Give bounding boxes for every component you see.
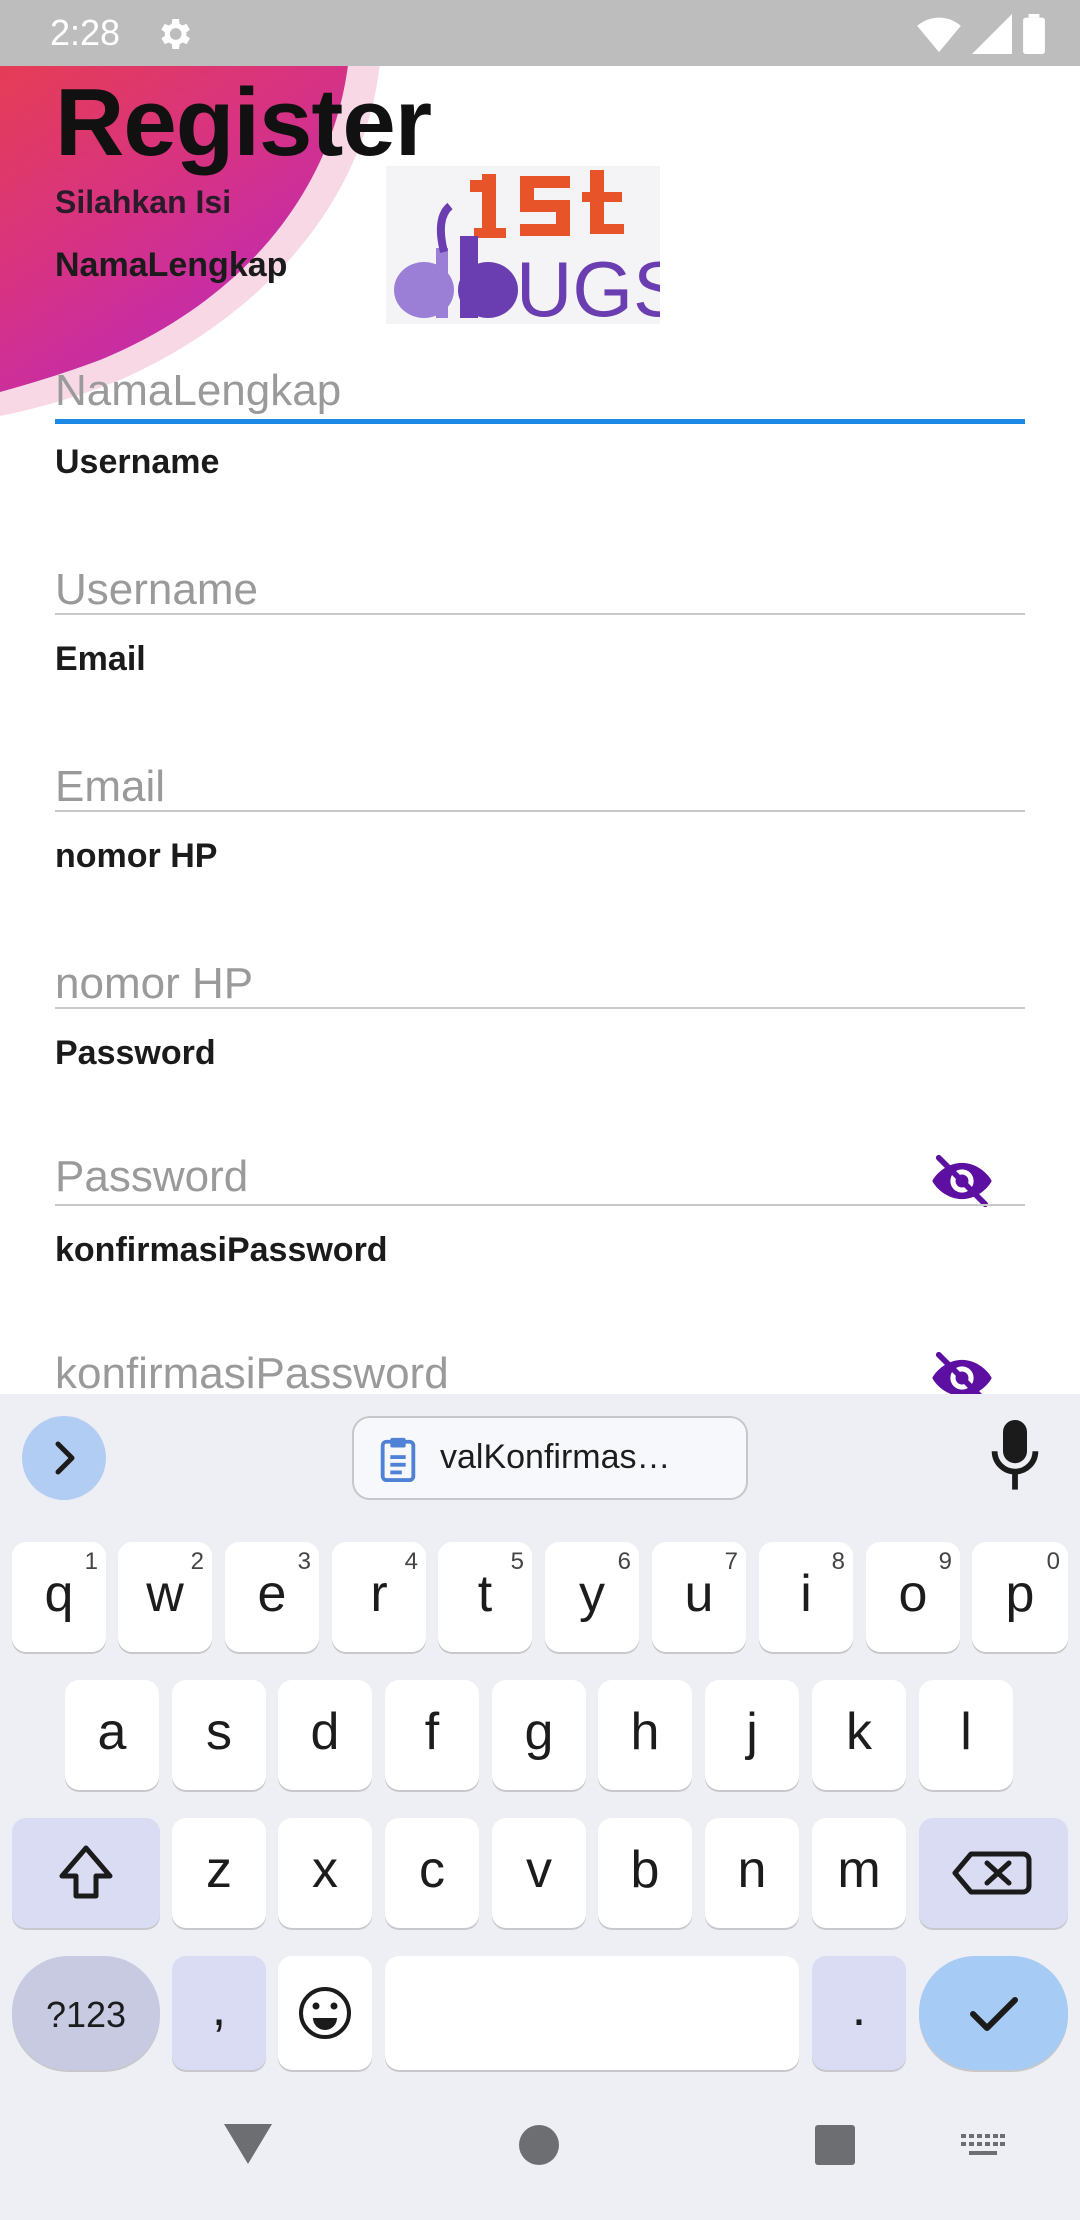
field-email: Email Email bbox=[55, 640, 1025, 812]
email-placeholder: Email bbox=[55, 762, 166, 811]
key-n[interactable]: n bbox=[705, 1818, 799, 1928]
password-input[interactable]: Password bbox=[55, 1074, 1025, 1208]
key-h[interactable]: h bbox=[598, 1680, 692, 1790]
field-nomor-hp: nomor HP nomor HP bbox=[55, 837, 1025, 1009]
konfirmasi-password-input[interactable]: konfirmasiPassword bbox=[55, 1271, 1025, 1405]
key-j[interactable]: j bbox=[705, 1680, 799, 1790]
key-a[interactable]: a bbox=[65, 1680, 159, 1790]
navigation-bar bbox=[0, 2102, 1080, 2220]
key-c[interactable]: c bbox=[385, 1818, 479, 1928]
password-label: Password bbox=[55, 1034, 216, 1072]
recents-square-icon[interactable] bbox=[814, 2124, 856, 2166]
checkmark-icon bbox=[970, 1997, 1018, 2031]
key-d[interactable]: d bbox=[278, 1680, 372, 1790]
key-v[interactable]: v bbox=[492, 1818, 586, 1928]
home-circle-icon[interactable] bbox=[518, 2124, 560, 2166]
shift-arrow-icon bbox=[59, 1845, 113, 1899]
username-placeholder: Username bbox=[55, 565, 258, 614]
status-icons bbox=[911, 14, 1046, 54]
status-bar: 2:28 bbox=[0, 0, 1080, 66]
password-placeholder: Password bbox=[55, 1152, 249, 1201]
key-b[interactable]: b bbox=[598, 1818, 692, 1928]
clipboard-suggestion-text: valKonfirmas… bbox=[440, 1438, 671, 1476]
key-w[interactable]: 2w bbox=[118, 1542, 212, 1652]
nomor-hp-label: nomor HP bbox=[55, 837, 218, 875]
email-underline bbox=[55, 810, 1025, 812]
period-key[interactable]: . bbox=[812, 1956, 906, 2070]
nomor-hp-underline bbox=[55, 1007, 1025, 1009]
konfirmasi-password-placeholder: konfirmasiPassword bbox=[55, 1349, 449, 1398]
key-y[interactable]: 6y bbox=[545, 1542, 639, 1652]
symbols-key[interactable]: ?123 bbox=[12, 1956, 160, 2070]
key-t[interactable]: 5t bbox=[438, 1542, 532, 1652]
key-g[interactable]: g bbox=[492, 1680, 586, 1790]
comma-key[interactable]: , bbox=[172, 1956, 266, 2070]
cell-signal-icon bbox=[971, 14, 1012, 54]
email-input[interactable]: Email bbox=[55, 680, 1025, 812]
key-s[interactable]: s bbox=[172, 1680, 266, 1790]
microphone-icon[interactable] bbox=[990, 1420, 1040, 1492]
key-r[interactable]: 4r bbox=[332, 1542, 426, 1652]
nama-lengkap-label: NamaLengkap bbox=[55, 246, 288, 284]
field-konfirmasi-password: konfirmasiPassword konfirmasiPassword bbox=[55, 1231, 1025, 1405]
konfirmasi-password-label: konfirmasiPassword bbox=[55, 1231, 388, 1269]
key-i[interactable]: 8i bbox=[759, 1542, 853, 1652]
emoji-key[interactable] bbox=[278, 1956, 372, 2070]
done-key[interactable] bbox=[919, 1956, 1068, 2070]
backspace-key[interactable] bbox=[919, 1818, 1068, 1928]
clipboard-suggestion-chip[interactable]: valKonfirmas… bbox=[352, 1416, 748, 1500]
nomor-hp-input[interactable]: nomor HP bbox=[55, 877, 1025, 1009]
clipboard-icon bbox=[380, 1437, 416, 1482]
username-input[interactable]: Username bbox=[55, 483, 1025, 615]
keyboard-toolbar: valKonfirmas… bbox=[0, 1394, 1080, 1524]
emoji-icon bbox=[299, 1987, 351, 2039]
back-triangle-icon[interactable] bbox=[222, 2122, 274, 2166]
wifi-icon bbox=[917, 17, 961, 53]
key-z[interactable]: z bbox=[172, 1818, 266, 1928]
password-visibility-off-icon[interactable] bbox=[931, 1154, 993, 1208]
key-o[interactable]: 9o bbox=[866, 1542, 960, 1652]
key-m[interactable]: m bbox=[812, 1818, 906, 1928]
shift-key[interactable] bbox=[12, 1818, 160, 1928]
key-x[interactable]: x bbox=[278, 1818, 372, 1928]
key-p[interactable]: 0p bbox=[972, 1542, 1068, 1652]
email-label: Email bbox=[55, 640, 146, 678]
key-q[interactable]: 1q bbox=[12, 1542, 106, 1652]
keyboard-switcher-icon[interactable] bbox=[960, 2132, 1006, 2160]
key-l[interactable]: l bbox=[919, 1680, 1013, 1790]
page-title: Register bbox=[55, 69, 432, 176]
nama-lengkap-placeholder: NamaLengkap bbox=[55, 366, 342, 415]
nomor-hp-placeholder: nomor HP bbox=[55, 959, 254, 1008]
field-username: Username Username bbox=[55, 443, 1025, 615]
status-time: 2:28 bbox=[50, 12, 121, 53]
username-underline bbox=[55, 613, 1025, 615]
field-nama-lengkap: NamaLengkap NamaLengkap bbox=[55, 246, 1025, 424]
page-subtitle: Silahkan Isi bbox=[55, 184, 232, 220]
key-k[interactable]: k bbox=[812, 1680, 906, 1790]
key-e[interactable]: 3e bbox=[225, 1542, 319, 1652]
chevron-right-icon bbox=[55, 1441, 75, 1475]
soft-keyboard: valKonfirmas… 1q 2w 3e 4r 5t 6y 7u 8i 9o… bbox=[0, 1394, 1080, 2220]
nama-lengkap-input[interactable]: NamaLengkap bbox=[55, 286, 1025, 424]
key-u[interactable]: 7u bbox=[652, 1542, 746, 1652]
settings-gear-icon bbox=[161, 19, 190, 49]
nama-lengkap-underline bbox=[55, 419, 1025, 424]
battery-icon bbox=[1023, 14, 1045, 54]
username-label: Username bbox=[55, 443, 220, 481]
backspace-icon bbox=[952, 1851, 1032, 1895]
password-underline bbox=[55, 1204, 1025, 1206]
field-password: Password Password bbox=[55, 1034, 1025, 1208]
space-key[interactable] bbox=[385, 1956, 799, 2070]
key-f[interactable]: f bbox=[385, 1680, 479, 1790]
keyboard-expand-button[interactable] bbox=[22, 1416, 106, 1500]
